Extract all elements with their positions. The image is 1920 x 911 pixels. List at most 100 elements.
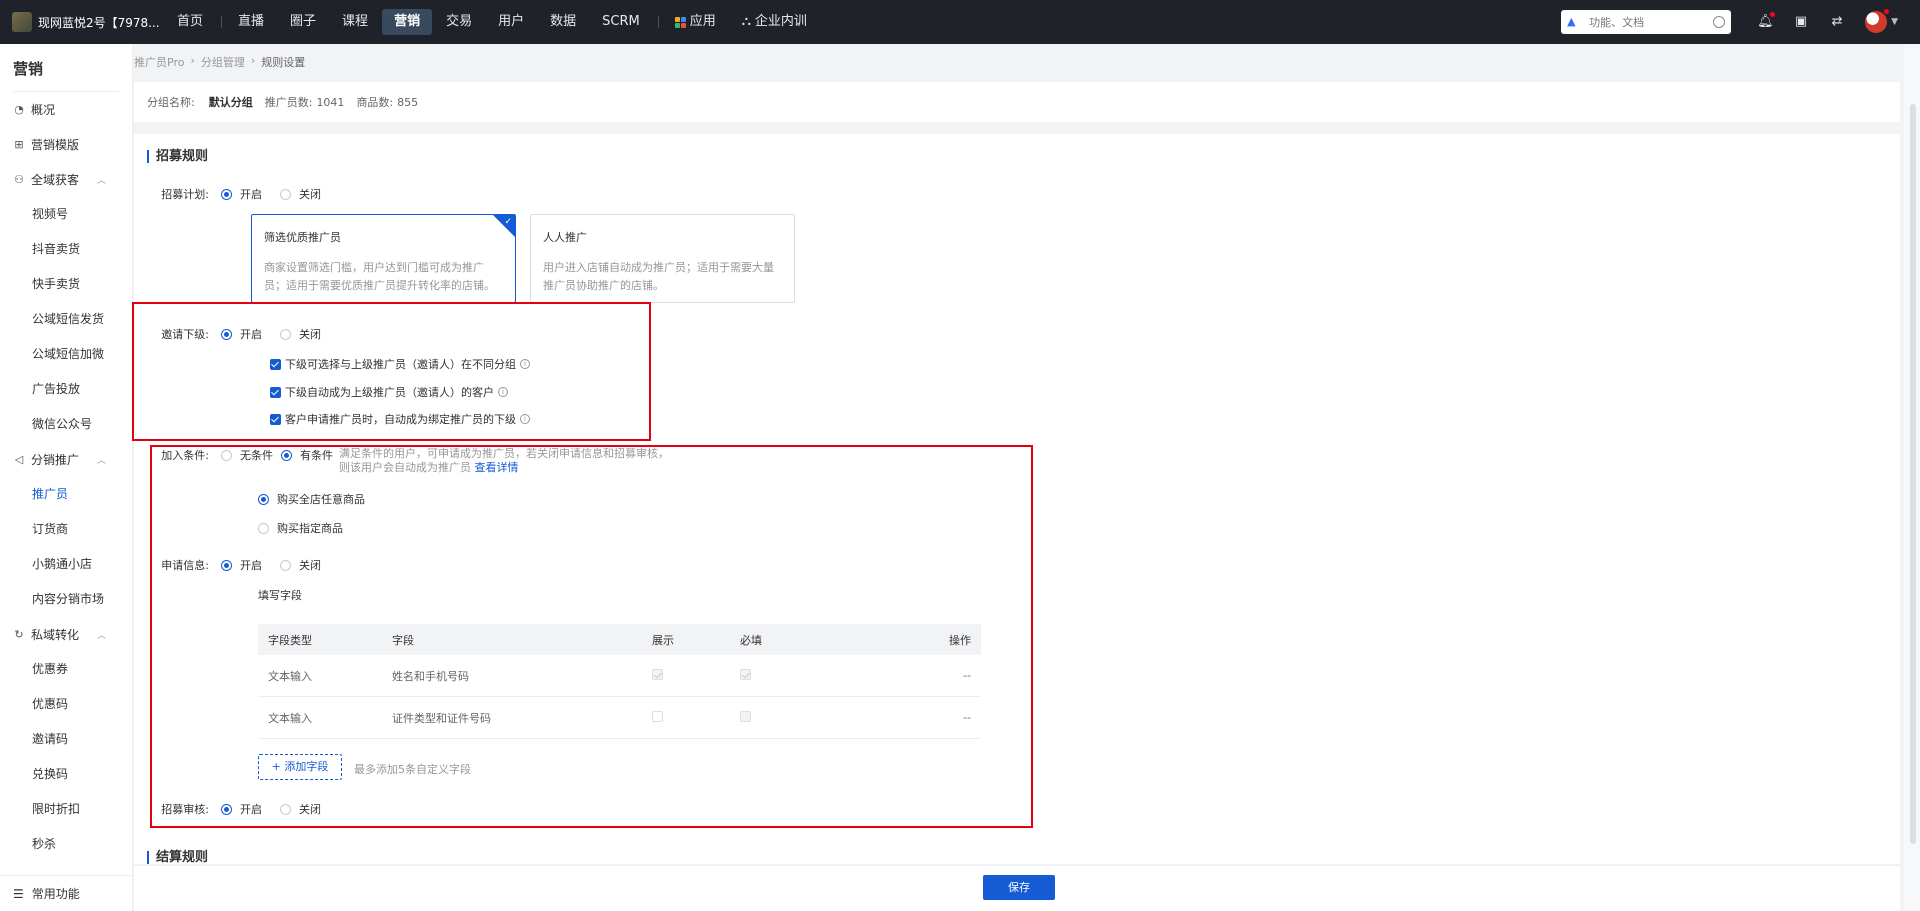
sidebar-item-acquisition[interactable]: ⚇ 全域获客 ︿ [0,162,132,197]
nav-scrm[interactable]: SCRM [590,9,652,35]
group-name-label: 分组名称: [147,96,195,109]
card-desc: 用户进入店铺自动成为推广员；适用于需要大量推广员协助推广的店铺。 [543,261,774,292]
nav-users[interactable]: 用户 [486,9,536,35]
sidebar-subitem[interactable]: 兑换码 [0,757,132,792]
switch-icon[interactable]: ⇄ [1829,14,1845,30]
nav-apps[interactable]: 应用 [663,9,728,35]
highlight-box-invite [132,302,651,441]
nav-data[interactable]: 数据 [538,9,588,35]
store-icon[interactable]: ▣ [1793,14,1809,30]
nav-marketing[interactable]: 营销 [382,9,433,35]
avatar[interactable] [1865,9,1890,33]
breadcrumb: 推广员Pro › 分组管理 › 规则设置 [134,54,305,70]
sidebar-item-templates[interactable]: ⊞ 营销模版 [0,127,132,162]
shop-logo [12,12,32,32]
card-everyone-promote[interactable]: 人人推广 用户进入店铺自动成为推广员；适用于需要大量推广员协助推广的店铺。 [530,214,795,303]
sidebar-subitem[interactable]: 优惠券 [0,652,132,687]
product-count: 855 [397,95,419,109]
sidebar-subitem[interactable]: 快手卖货 [0,267,132,302]
radio-label: 关闭 [299,188,321,201]
nav-course[interactable]: 课程 [330,9,380,35]
sidebar-common-functions[interactable]: ☰ 常用功能 [0,875,133,911]
grid-icon: ⊞ [14,137,24,151]
sidebar-subitem[interactable]: 小鹅通小店 [0,547,132,582]
sidebar-item-label: 营销模版 [31,138,80,152]
sidebar-subitem[interactable]: 秒杀 [0,827,132,862]
apps-icon [674,16,686,28]
sidebar-item-overview[interactable]: ◔ 概况 [0,92,132,127]
chevron-up-icon: ︿ [96,176,106,186]
nav-divider [657,16,659,28]
sidebar-subitem[interactable]: 优惠码 [0,687,132,722]
notification-dot [1770,12,1776,17]
top-navbar: 现网蓝悦2号【7978... 首页 直播 圈子 课程 营销 交易 用户 数据 S… [0,0,1920,44]
bell-icon[interactable]: 🔔︎ [1757,12,1776,30]
search-icon[interactable] [1713,16,1726,28]
sidebar-subitem[interactable]: 订货商 [0,512,132,547]
breadcrumb-item[interactable]: 分组管理 [201,54,245,70]
nav-trade[interactable]: 交易 [434,9,484,35]
nav-training[interactable]: ⛬ 企业内训 [730,9,819,35]
recruit-plan-off-radio[interactable]: 关闭 [280,186,321,202]
breadcrumb-current: 规则设置 [261,56,306,69]
radio-label: 开启 [240,188,262,201]
chevron-up-icon: ︿ [96,456,106,466]
check-icon: ✓ [504,217,512,227]
main-nav: 首页 直播 圈子 课程 营销 交易 用户 数据 SCRM 应用 ⛬ 企业内训 [165,0,821,44]
pie-icon: ◔ [14,102,24,116]
card-desc: 商家设置筛选门槛，用户达到门槛可成为推广员；适用于需要优质推广员提升转化率的店铺… [264,261,495,292]
card-title: 筛选优质推广员 [264,231,341,244]
refresh-icon: ↻ [14,627,24,641]
sidebar-item-label: 私域转化 [31,628,80,642]
sidebar-subitem[interactable]: 广告投放 [0,372,132,407]
sidebar-subitem[interactable]: 邀请码 [0,722,132,757]
sidebar-subitem[interactable]: 内容分销市场 [0,582,132,617]
promoter-count-label: 推广员数: [264,96,313,109]
sidebar-item-label: 分销推广 [31,453,80,467]
sidebar-bottom-label: 常用功能 [31,887,80,901]
avatar-dot [1884,9,1890,14]
org-chart-icon: ⛬ [741,14,751,29]
product-count-label: 商品数: [356,96,394,109]
group-name-value: 默认分组 [208,96,253,109]
global-search[interactable]: ▲ [1561,10,1732,34]
search-input[interactable] [1589,15,1714,29]
breadcrumb-item[interactable]: 推广员Pro [134,54,184,70]
sidebar-subitem[interactable]: 公域短信加微 [0,337,132,372]
nav-training-label: 企业内训 [754,14,807,29]
section-title-settle: 结算规则 [147,851,208,864]
sidebar-item-label: 全域获客 [31,173,80,187]
card-filter-promoter[interactable]: 筛选优质推广员 商家设置筛选门槛，用户达到门槛可成为推广员；适用于需要优质推广员… [251,214,516,303]
sidebar-item-distribution[interactable]: ◁ 分销推广 ︿ [0,442,132,477]
radio-circle [221,188,232,200]
sidebar-subitem-promoter[interactable]: 推广员 [0,477,132,512]
scrollbar[interactable] [1904,44,1920,911]
sidebar-subitem[interactable]: 限时折扣 [0,792,132,827]
shop-name: 现网蓝悦2号【7978... [38,15,160,30]
nav-apps-label: 应用 [689,14,716,29]
card-title: 人人推广 [543,231,587,244]
nav-live[interactable]: 直播 [226,9,276,35]
sidebar-subitem[interactable]: 公域短信发货 [0,302,132,337]
shop-switcher[interactable]: 现网蓝悦2号【7978... [0,12,165,32]
sidebar-item-label: 概况 [31,103,56,117]
sidebar-subitem[interactable]: 微信公众号 [0,407,132,442]
recruit-plan-on-radio[interactable]: 开启 [221,186,262,202]
sidebar-subitem[interactable]: 抖音卖货 [0,232,132,267]
chevron-down-icon[interactable]: ▼ [1891,17,1898,27]
sidebar: 营销 ◔ 概况 ⊞ 营销模版 ⚇ 全域获客 ︿ 视频号 抖音卖货 快手卖货 公域… [0,44,133,911]
group-info-bar: 分组名称: 默认分组 推广员数: 1041 商品数: 855 [134,82,1900,122]
nav-divider [221,16,223,28]
highlight-box-join [150,445,1033,828]
sidebar-subitem[interactable]: 视频号 [0,197,132,232]
radio-circle [280,188,291,200]
nav-circle[interactable]: 圈子 [278,9,328,35]
save-button[interactable]: 保存 [983,875,1055,900]
promoter-count: 1041 [316,95,345,109]
scroll-thumb[interactable] [1910,104,1916,844]
sidebar-item-private[interactable]: ↻ 私域转化 ︿ [0,617,132,652]
chevron-right-icon: › [250,54,256,67]
section-title-recruit: 招募规则 [147,150,208,163]
nav-home[interactable]: 首页 [165,9,215,35]
speaker-icon: ◁ [14,452,24,466]
